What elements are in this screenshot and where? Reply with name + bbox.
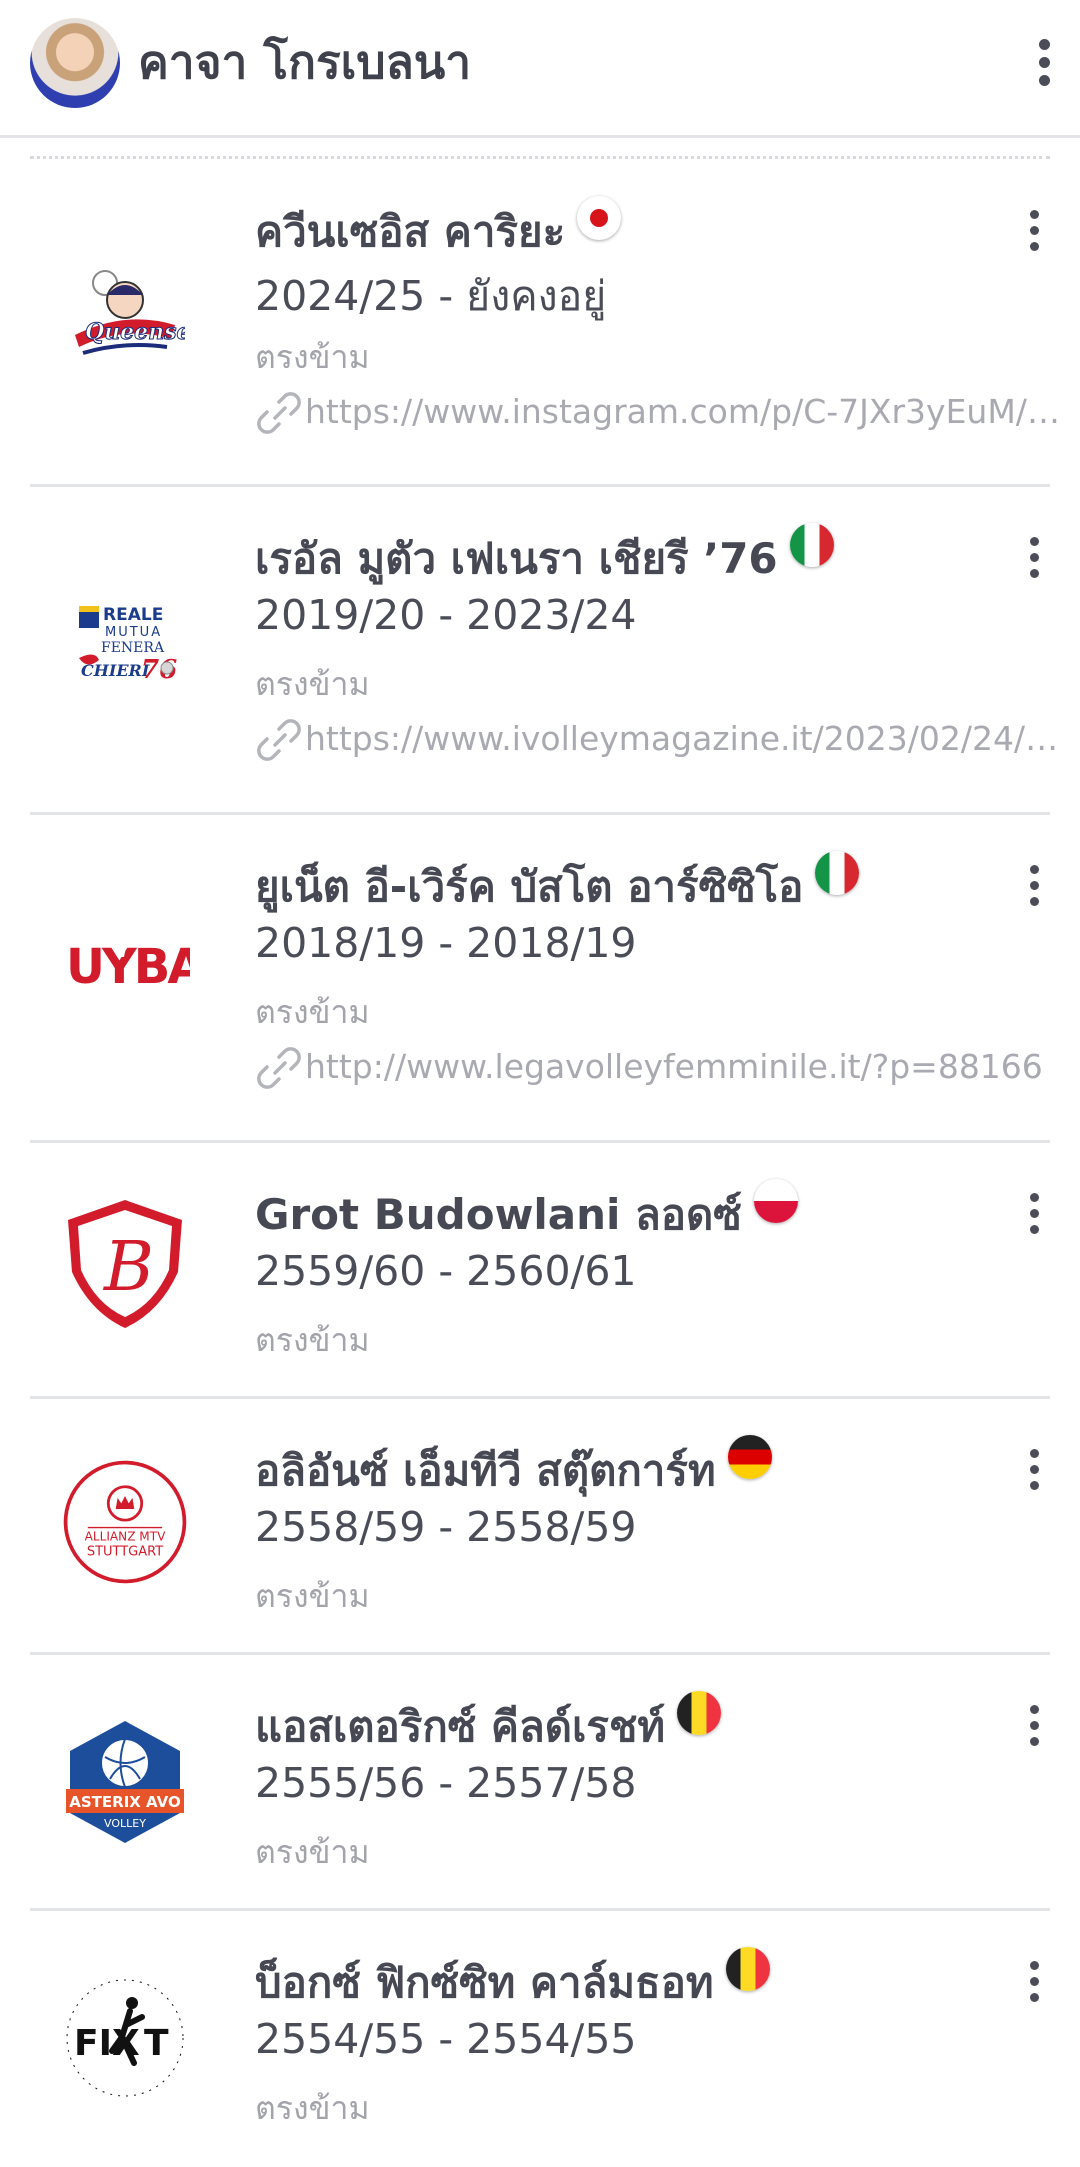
club-years: 2559/60 - 2560/61 [255, 1247, 637, 1295]
svg-text:B: B [102, 1228, 154, 1307]
source-url[interactable]: https://www.ivolleymagazine.it/2023/02/2… [305, 719, 1065, 758]
club-name: บ็อกซ์ ฟิกซ์ซิท คาล์มธอท [255, 1947, 770, 2016]
club-years: 2024/25 - ยังคงอยู่ [255, 272, 607, 320]
link-icon [257, 1047, 301, 1089]
item-more-options-icon[interactable] [1014, 855, 1054, 915]
japan-flag-icon [577, 196, 622, 240]
italy-flag-icon [789, 523, 834, 567]
svg-text:STUTTGART: STUTTGART [87, 1544, 163, 1559]
club-logo-asterix-avo: ASTERIX AVO VOLLEY [60, 1717, 190, 1847]
germany-flag-icon [727, 1435, 772, 1479]
item-more-options-icon[interactable] [1014, 1951, 1054, 2011]
divider [30, 156, 1050, 159]
svg-text:ALLIANZ MTV: ALLIANZ MTV [85, 1530, 166, 1544]
club-name: เรอัล มูตัว เฟเนรา เชียรี ’76 [255, 523, 834, 592]
club-years: 2018/19 - 2018/19 [255, 919, 637, 967]
source-url[interactable]: http://www.legavolleyfemminile.it/?p=881… [305, 1047, 1065, 1086]
club-years: 2558/59 - 2558/59 [255, 1503, 637, 1551]
svg-text:T: T [144, 2023, 169, 2064]
club-years: 2019/20 - 2023/24 [255, 591, 637, 639]
item-more-options-icon[interactable] [1014, 200, 1054, 260]
source-url[interactable]: https://www.instagram.com/p/C-7JXr3yEuM/… [305, 392, 1065, 431]
svg-text:UYBA: UYBA [66, 939, 190, 995]
club-years: 2555/56 - 2557/58 [255, 1759, 637, 1807]
club-position: ตรงข้าม [255, 2089, 370, 2127]
club-list-item[interactable]: ALLIANZ MTV STUTTGART อลิอันซ์ เอ็มทีวี … [30, 1399, 1050, 1655]
belgium-flag-icon [677, 1691, 722, 1735]
belgium-flag-icon [725, 1947, 770, 1991]
svg-text:Queenseis: Queenseis [85, 319, 185, 345]
club-logo-grot-budowlani: B [60, 1199, 190, 1329]
club-history-list: Queenseis ควีนเซอิส คาริยะ 2024/25 - ยัง… [0, 160, 1080, 2167]
club-position: ตรงข้าม [255, 1833, 370, 1871]
item-more-options-icon[interactable] [1014, 527, 1054, 587]
club-list-item[interactable]: ASTERIX AVO VOLLEY แอสเตอริกซ์ คีลด์เรชท… [30, 1655, 1050, 1911]
source-link[interactable]: https://www.ivolleymagazine.it/2023/02/2… [255, 715, 1065, 765]
source-link[interactable]: https://www.instagram.com/p/C-7JXr3yEuM/… [255, 388, 1065, 438]
club-logo-uyba: UYBA [60, 897, 190, 1027]
item-more-options-icon[interactable] [1014, 1695, 1054, 1755]
club-name: Grot Budowlani ลอดซ์ [255, 1179, 798, 1248]
club-years: 2554/55 - 2554/55 [255, 2015, 637, 2063]
link-icon [257, 719, 301, 761]
app-bar: คาจา โกรเบลนา [0, 0, 1080, 138]
svg-text:MUTUA: MUTUA [105, 625, 162, 640]
club-position: ตรงข้าม [255, 1577, 370, 1615]
club-list-item[interactable]: REALE MUTUA FENERA CHIERI 76 เรอัล มูตัว… [30, 487, 1065, 815]
svg-text:FENERA: FENERA [101, 640, 165, 656]
more-options-icon[interactable] [1024, 32, 1064, 92]
club-position: ตรงข้าม [255, 993, 370, 1031]
club-logo-reale-mutua-fenera-chieri: REALE MUTUA FENERA CHIERI 76 [60, 575, 190, 705]
page-title: คาจา โกรเบลนา [138, 35, 472, 89]
poland-flag-icon [753, 1179, 798, 1223]
item-more-options-icon[interactable] [1014, 1439, 1054, 1499]
italy-flag-icon [815, 851, 860, 895]
club-position: ตรงข้าม [255, 1321, 370, 1359]
club-list-item[interactable]: B Grot Budowlani ลอดซ์ 2559/60 - 2560/61… [30, 1143, 1050, 1399]
club-list-item[interactable]: UYBA ยูเน็ต อี-เวิร์ค บัสโต อาร์ซิซิโอ 2… [30, 815, 1050, 1143]
link-icon [257, 392, 301, 434]
club-logo-fixit: FIX T [60, 1973, 190, 2103]
club-list-item[interactable]: Queenseis ควีนเซอิส คาริยะ 2024/25 - ยัง… [30, 160, 1065, 487]
club-position: ตรงข้าม [255, 665, 370, 703]
svg-text:REALE: REALE [103, 605, 163, 625]
club-logo-queenseis: Queenseis [60, 250, 190, 380]
club-name: ควีนเซอิส คาริยะ [255, 196, 622, 265]
source-link[interactable]: http://www.legavolleyfemminile.it/?p=881… [255, 1043, 1055, 1093]
club-list-item[interactable]: FIX T บ็อกซ์ ฟิกซ์ซิท คาล์มธอท 2554/55 -… [30, 1911, 1050, 2167]
svg-text:VOLLEY: VOLLEY [104, 1817, 146, 1830]
club-name: ยูเน็ต อี-เวิร์ค บัสโต อาร์ซิซิโอ [255, 851, 860, 920]
svg-text:ASTERIX AVO: ASTERIX AVO [69, 1793, 181, 1811]
club-position: ตรงข้าม [255, 338, 370, 376]
player-avatar[interactable] [30, 18, 120, 108]
club-name: แอสเตอริกซ์ คีลด์เรชท์ [255, 1691, 722, 1760]
club-name: อลิอันซ์ เอ็มทีวี สตุ๊ตการ์ท [255, 1435, 772, 1504]
item-more-options-icon[interactable] [1014, 1183, 1054, 1243]
club-logo-allianz-mtv-stuttgart: ALLIANZ MTV STUTTGART [60, 1457, 190, 1587]
